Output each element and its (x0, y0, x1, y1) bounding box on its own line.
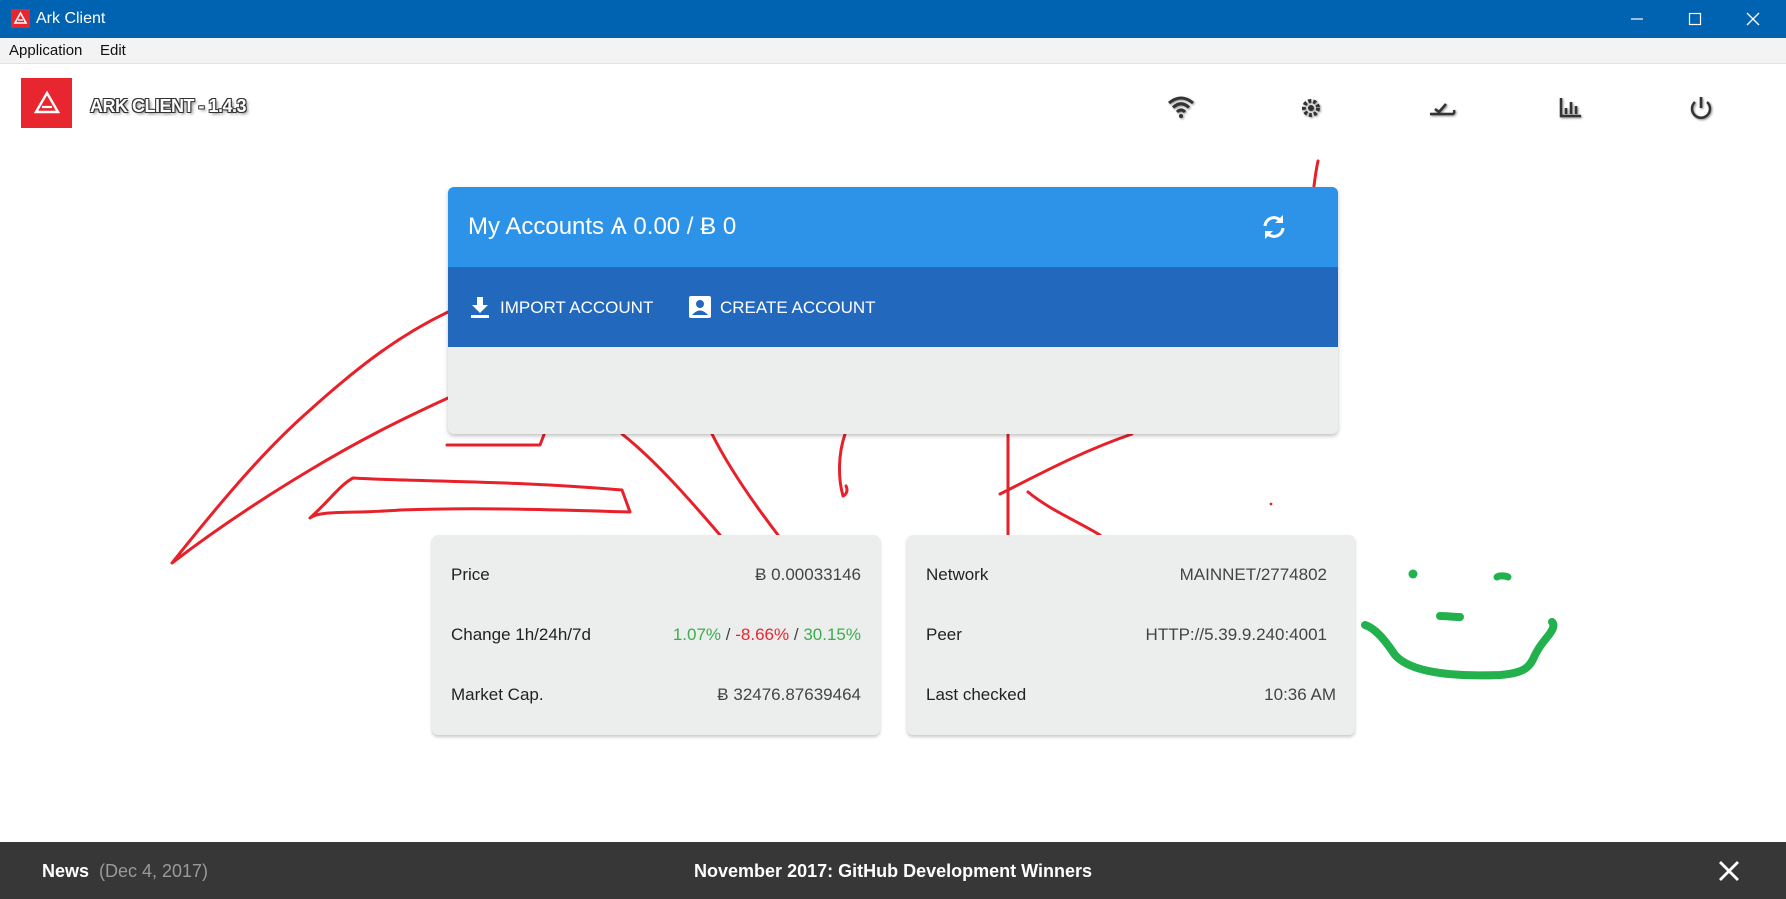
create-account-label: CREATE ACCOUNT (720, 298, 876, 317)
change-1h: 1.07% (672, 625, 722, 644)
market-cap-value: Ƀ 32476.87639464 (717, 685, 861, 704)
accounts-card: My Accounts Ѧ 0.00 / Ƀ 0 IMPORT ACCOUNT (448, 187, 1338, 434)
import-account-button[interactable]: IMPORT ACCOUNT (468, 295, 658, 321)
close-news-button[interactable] (1716, 858, 1742, 884)
accounts-actions-bar: IMPORT ACCOUNT CREATE ACCOUNT (448, 267, 1338, 347)
price-label: Price (451, 565, 490, 584)
change-separator: / (793, 625, 799, 644)
change-label: Change 1h/24h/7d (451, 625, 591, 644)
network-row: Network MAINNET/2774802 (926, 565, 1336, 589)
change-7d: 30.15% (803, 625, 861, 644)
last-checked-row: Last checked 10:36 AM (926, 685, 1336, 709)
change-separator: / (725, 625, 731, 644)
refresh-button[interactable] (1259, 212, 1289, 242)
last-checked-label: Last checked (926, 685, 1027, 704)
accounts-card-header: My Accounts Ѧ 0.00 / Ƀ 0 (448, 187, 1338, 267)
market-info-card: Price Ƀ 0.00033146 Change 1h/24h/7d 1.07… (432, 535, 880, 735)
news-bar: News (Dec 4, 2017) November 2017: GitHub… (0, 842, 1786, 899)
network-info-card: Network MAINNET/2774802 Peer HTTP://5.39… (907, 535, 1355, 735)
close-icon (1719, 861, 1739, 881)
change-row: Change 1h/24h/7d 1.07% / -8.66% / 30.15% (451, 625, 861, 649)
last-checked-value: 10:36 AM (1264, 685, 1336, 704)
news-title-link[interactable]: November 2017: GitHub Development Winner… (0, 861, 1786, 882)
change-values: 1.07% / -8.66% / 30.15% (673, 625, 861, 645)
peer-row: Peer HTTP://5.39.9.240:4001 (926, 625, 1336, 649)
accounts-title: My Accounts Ѧ 0.00 / Ƀ 0 (468, 213, 737, 240)
price-value: Ƀ 0.00033146 (755, 565, 861, 584)
peer-label: Peer (926, 625, 962, 644)
peer-value[interactable]: HTTP://5.39.9.240:4001 (1146, 625, 1327, 645)
import-account-label: IMPORT ACCOUNT (500, 298, 654, 317)
create-account-button[interactable]: CREATE ACCOUNT (688, 295, 888, 321)
market-cap-label: Market Cap. (451, 685, 544, 704)
price-row: Price Ƀ 0.00033146 (451, 565, 861, 589)
download-icon (471, 297, 489, 318)
refresh-icon (1263, 215, 1285, 239)
network-label: Network (926, 565, 989, 584)
change-24h: -8.66% (735, 625, 790, 644)
market-cap-row: Market Cap. Ƀ 32476.87639464 (451, 685, 861, 709)
account-box-icon (689, 296, 711, 318)
network-value: MAINNET/2774802 (1179, 565, 1327, 584)
freehand-drawing (170, 159, 1558, 680)
